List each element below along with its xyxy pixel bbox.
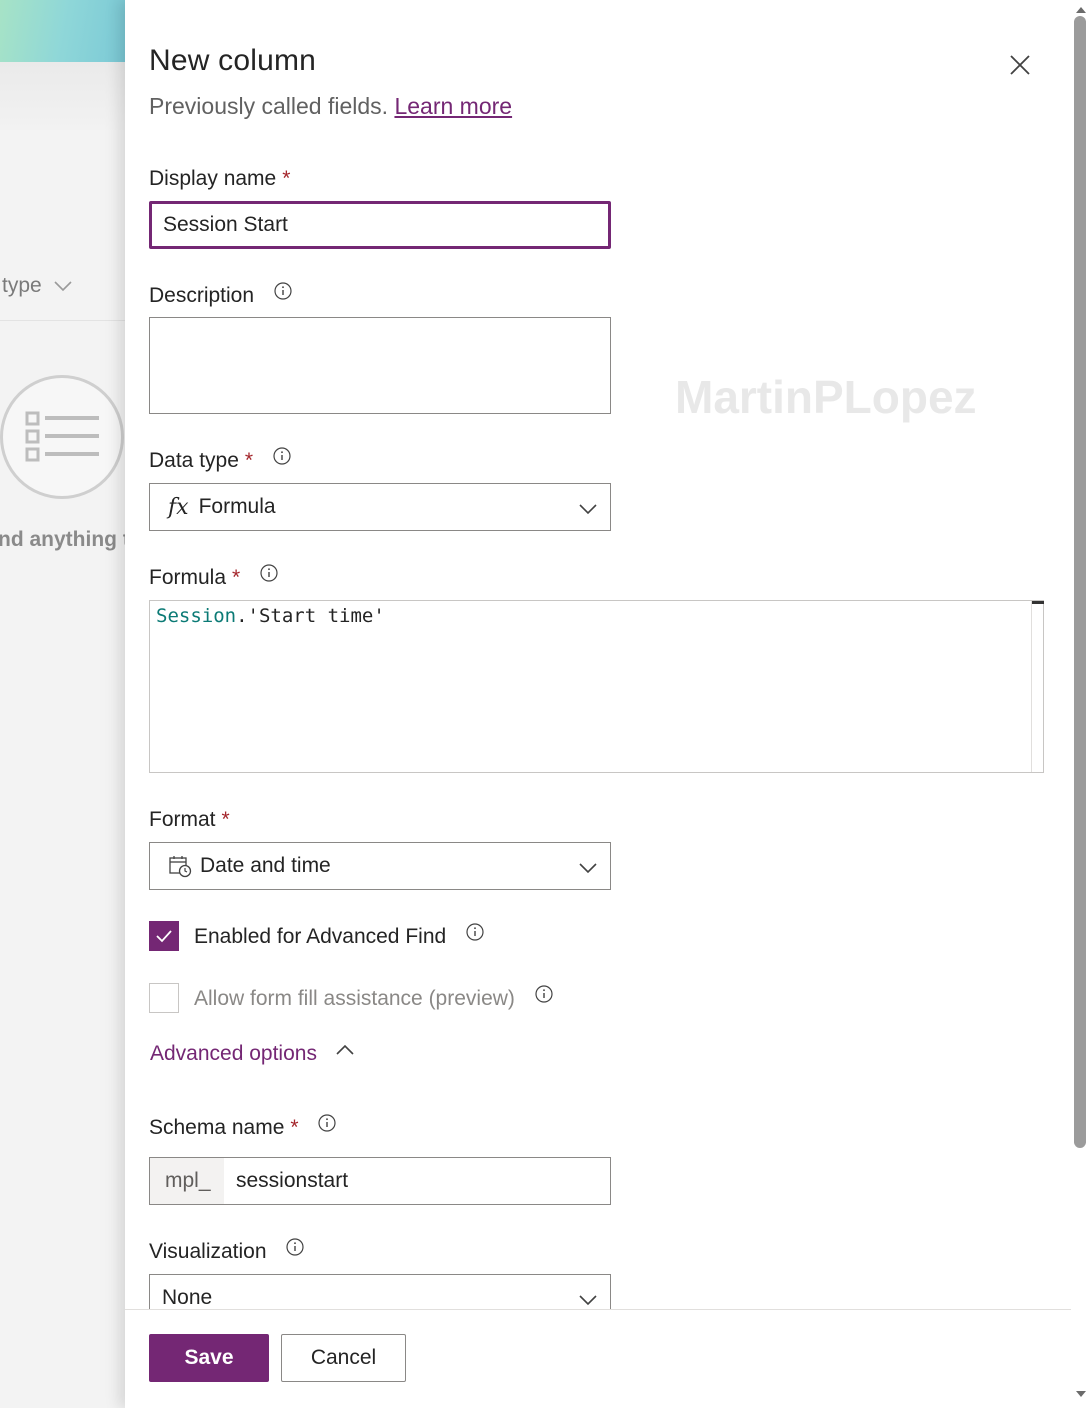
calendar-clock-icon — [168, 854, 192, 878]
required-marker: * — [282, 167, 291, 190]
data-type-label: Data type * — [149, 447, 291, 473]
data-type-label-text: Data type — [149, 449, 239, 472]
cancel-button[interactable]: Cancel — [281, 1334, 406, 1382]
advanced-find-label: Enabled for Advanced Find — [194, 923, 484, 949]
required-marker: * — [244, 449, 254, 472]
schema-name-label: Schema name * — [149, 1114, 337, 1140]
schema-prefix: mpl_ — [150, 1158, 224, 1204]
required-marker: * — [232, 566, 241, 589]
format-value: Date and time — [200, 854, 331, 877]
form-fill-label: Allow form fill assistance (preview) — [194, 985, 553, 1011]
column-header-type: type — [2, 274, 72, 298]
footer-divider — [125, 1309, 1071, 1310]
empty-state-text: nd anything t — [0, 528, 125, 551]
advanced-options-toggle[interactable]: Advanced options — [150, 1042, 355, 1066]
schema-name-input[interactable]: sessionstart — [224, 1158, 610, 1204]
advanced-find-checkbox[interactable] — [149, 921, 179, 951]
format-dropdown[interactable]: Date and time — [149, 842, 611, 890]
background-page: type nd anything t — [0, 0, 125, 1408]
banner-gradient — [0, 0, 125, 62]
formula-dot: . — [236, 605, 248, 627]
formula-label: Formula * — [149, 564, 278, 590]
checkmark-icon — [156, 930, 172, 943]
description-label-text: Description — [149, 284, 255, 307]
fx-icon: fx — [168, 494, 189, 520]
form-fill-label-text: Allow form fill assistance (preview) — [194, 987, 515, 1010]
visualization-label: Visualization — [149, 1238, 304, 1264]
display-name-input[interactable]: Session Start — [149, 201, 611, 249]
chevron-down-icon — [578, 857, 598, 881]
scroll-down-arrow-icon[interactable] — [1075, 1386, 1087, 1404]
close-button[interactable] — [1005, 50, 1035, 80]
new-column-panel: MartinPLopez New column Previously calle… — [125, 0, 1071, 1408]
advanced-options-label: Advanced options — [150, 1042, 317, 1065]
subtitle-text: Previously called fields. — [149, 93, 389, 119]
watermark: MartinPLopez — [675, 371, 977, 423]
visualization-label-text: Visualization — [149, 1240, 267, 1263]
panel-title: New column — [149, 44, 317, 77]
data-type-value: Formula — [198, 495, 276, 518]
learn-more-link[interactable]: Learn more — [394, 93, 512, 119]
formula-label-text: Formula — [149, 566, 227, 589]
schema-name-field: mpl_ sessionstart — [149, 1157, 611, 1205]
formula-string: 'Start time' — [247, 605, 385, 627]
description-input[interactable] — [149, 317, 611, 414]
formula-scroll-thumb[interactable] — [1032, 601, 1044, 604]
page-scrollbar[interactable] — [1071, 0, 1091, 1408]
panel-subtitle: Previously called fields. Learn more — [149, 93, 512, 120]
chevron-down-icon — [578, 498, 598, 522]
required-marker: * — [290, 1116, 299, 1139]
advanced-find-label-text: Enabled for Advanced Find — [194, 925, 447, 948]
display-name-label: Display name * — [149, 167, 290, 191]
save-button[interactable]: Save — [149, 1334, 269, 1382]
header-band — [0, 62, 125, 130]
info-icon[interactable] — [273, 447, 291, 471]
formula-editor[interactable]: Session.'Start time' — [149, 600, 1044, 773]
info-icon[interactable] — [466, 923, 484, 947]
close-icon — [1010, 55, 1030, 75]
divider — [0, 320, 125, 321]
info-icon[interactable] — [274, 282, 292, 306]
required-marker: * — [221, 808, 230, 831]
info-icon[interactable] — [286, 1238, 304, 1262]
info-icon[interactable] — [260, 564, 278, 588]
visualization-value: None — [162, 1286, 213, 1309]
description-label: Description — [149, 282, 292, 308]
info-icon[interactable] — [318, 1114, 337, 1138]
column-header-label: type — [2, 274, 42, 297]
data-type-dropdown[interactable]: fx Formula — [149, 483, 611, 531]
chevron-up-icon — [335, 1039, 355, 1063]
info-icon[interactable] — [535, 985, 553, 1009]
schema-name-label-text: Schema name — [149, 1116, 285, 1139]
format-label-text: Format — [149, 808, 216, 831]
chevron-down-icon — [53, 274, 72, 298]
form-fill-checkbox[interactable] — [149, 983, 179, 1013]
scrollbar-thumb[interactable] — [1074, 16, 1086, 1148]
formula-ident: Session — [156, 605, 237, 627]
display-name-label-text: Display name — [149, 167, 277, 190]
format-label: Format * — [149, 808, 230, 832]
formula-scrollbar[interactable] — [1031, 601, 1044, 772]
list-icon — [0, 375, 124, 499]
formula-code: Session.'Start time' — [156, 605, 385, 627]
